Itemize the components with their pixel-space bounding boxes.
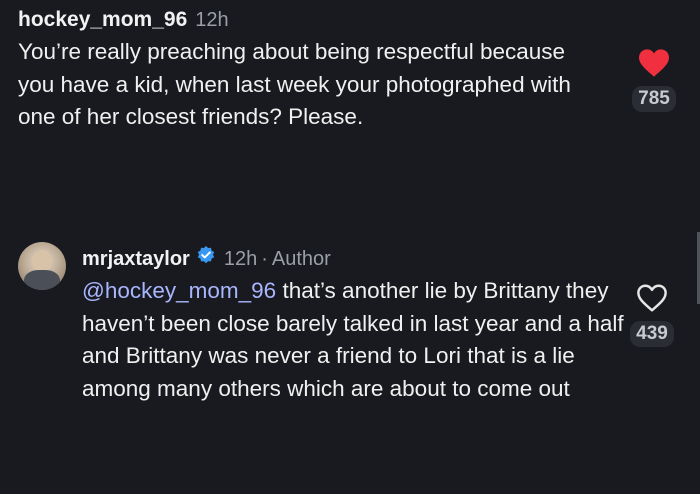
like-count: 439 (630, 321, 674, 347)
like-column-1: 785 (628, 48, 680, 112)
comment-text: You’re really preaching about being resp… (18, 39, 571, 129)
avatar[interactable] (18, 242, 66, 290)
comment-text: @hockey_mom_96 that’s another lie by Bri… (82, 275, 642, 405)
like-count: 785 (632, 86, 676, 112)
mention-link[interactable]: @hockey_mom_96 (82, 278, 276, 303)
like-column-2: 439 (626, 283, 678, 347)
heart-outline-icon[interactable] (635, 283, 669, 313)
comment-2: mrjaxtaylor 12h · Author @hockey_mom_96 … (82, 245, 624, 405)
comment-header: hockey_mom_96 12h (18, 8, 618, 32)
verified-badge-icon (197, 246, 215, 264)
heart-filled-icon[interactable] (637, 48, 671, 78)
meta-separator: · (261, 248, 268, 270)
comment-username[interactable]: mrjaxtaylor (82, 248, 190, 271)
comment-username[interactable]: hockey_mom_96 (18, 8, 187, 32)
comment-timestamp: 12h (195, 9, 229, 31)
author-badge: Author (271, 248, 331, 270)
comment-header: mrjaxtaylor 12h · Author (82, 245, 622, 271)
comment-1: hockey_mom_96 12h You’re really preachin… (18, 8, 618, 134)
comment-timestamp: 12h (223, 248, 258, 270)
